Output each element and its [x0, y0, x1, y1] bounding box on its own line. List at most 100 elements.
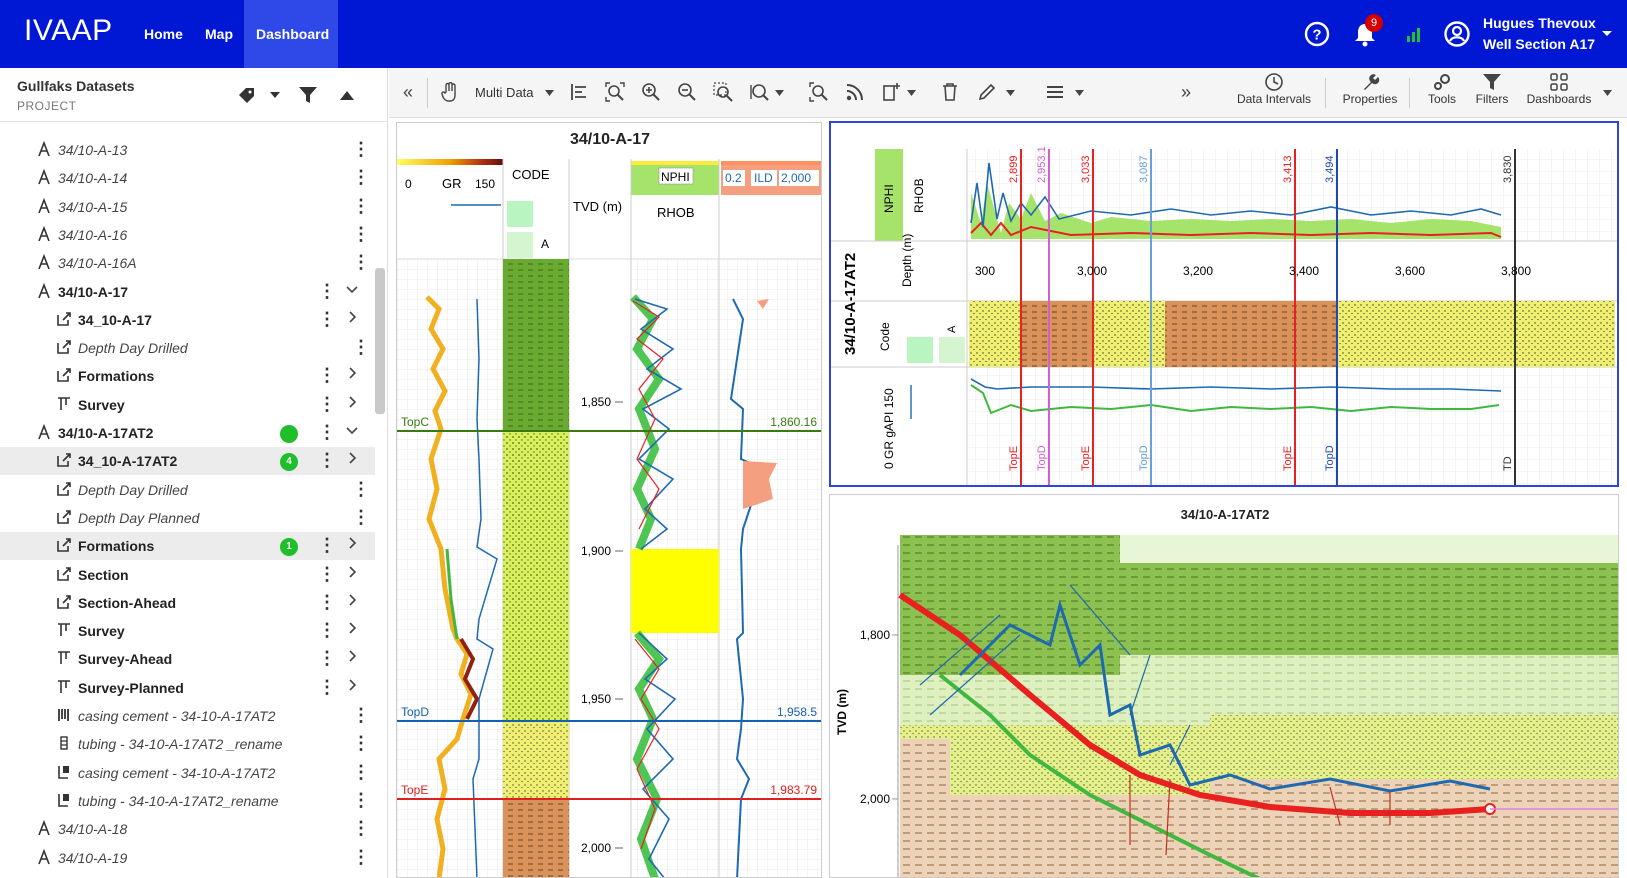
zoom-depth-icon[interactable]	[749, 82, 769, 102]
nav-home[interactable]: Home	[132, 0, 195, 68]
tree-item[interactable]: tubing - 34-10-A-17AT2_rename ⋮	[0, 787, 375, 815]
menu-lines-icon[interactable]	[1045, 82, 1065, 102]
user-name[interactable]: Hugues Thevoux	[1483, 15, 1596, 31]
more-options-icon[interactable]: ⋮	[352, 733, 370, 754]
more-options-icon[interactable]: ⋮	[352, 139, 370, 160]
user-context[interactable]: Well Section A17	[1483, 36, 1595, 52]
tree-scrollbar[interactable]	[375, 268, 385, 414]
tree-item[interactable]: 34/10-A-17AT2 ⋮	[0, 419, 375, 447]
tree-item[interactable]: Formations ⋮	[0, 362, 375, 390]
more-options-icon[interactable]: ⋮	[352, 337, 370, 358]
well-section-canvas[interactable]: 34/10-A-17AT2 NPHI RHOB Depth (m) Code A…	[831, 123, 1617, 485]
well-log-canvas[interactable]: 0 GR 150 CODE A TVD (m) NPHI RHOB 0.2 IL…	[397, 159, 822, 878]
more-options-icon[interactable]: ⋮	[318, 677, 336, 698]
properties-button[interactable]: Properties	[1335, 72, 1405, 106]
chevron-right-icon[interactable]	[346, 621, 358, 637]
edit-pencil-icon[interactable]	[977, 82, 997, 102]
tree-item[interactable]: 34/10-A-15 ⋮	[0, 193, 375, 221]
edit-chevron-icon[interactable]	[1006, 90, 1015, 96]
user-avatar-icon[interactable]	[1443, 20, 1471, 48]
tree-item[interactable]: 34_10-A-17 ⋮	[0, 306, 375, 334]
chevron-down-icon[interactable]	[346, 423, 358, 439]
tree-item[interactable]: Depth Day Drilled ⋮	[0, 334, 375, 362]
collapse-panel-icon[interactable]	[340, 90, 354, 100]
multi-data-dropdown[interactable]: Multi Data	[475, 85, 534, 100]
more-options-icon[interactable]: ⋮	[352, 252, 370, 273]
tree-item[interactable]: Depth Day Planned ⋮	[0, 504, 375, 532]
more-options-icon[interactable]: ⋮	[318, 365, 336, 386]
tree-item[interactable]: Survey ⋮	[0, 617, 375, 645]
more-options-icon[interactable]: ⋮	[318, 535, 336, 556]
tree-item[interactable]: Survey-Ahead ⋮	[0, 645, 375, 673]
tree-item[interactable]: Formations 1 ⋮	[0, 532, 375, 561]
chevron-right-icon[interactable]	[346, 536, 358, 552]
tree-item[interactable]: 34/10-A-14 ⋮	[0, 164, 375, 192]
chevron-right-icon[interactable]	[346, 366, 358, 382]
tree-item[interactable]: tubing - 34-10-A-17AT2 _rename ⋮	[0, 730, 375, 758]
add-track-icon[interactable]	[881, 82, 901, 102]
more-options-icon[interactable]: ⋮	[318, 592, 336, 613]
more-options-icon[interactable]: ⋮	[352, 167, 370, 188]
more-options-icon[interactable]: ⋮	[352, 507, 370, 528]
more-options-icon[interactable]: ⋮	[352, 224, 370, 245]
tree-item[interactable]: 34/10-A-16A ⋮	[0, 249, 375, 277]
tree-item[interactable]: Depth Day Drilled ⋮	[0, 476, 375, 504]
zoom-in-icon[interactable]	[641, 82, 661, 102]
tag-dropdown-chevron-icon[interactable]	[270, 92, 280, 98]
tree-item[interactable]: Section ⋮	[0, 561, 375, 589]
more-options-icon[interactable]: ⋮	[318, 422, 336, 443]
user-menu-chevron-icon[interactable]	[1601, 30, 1613, 38]
more-options-icon[interactable]: ⋮	[318, 564, 336, 585]
tree-item[interactable]: 34/10-A-13 ⋮	[0, 136, 375, 164]
chevron-right-icon[interactable]	[346, 565, 358, 581]
zoom-window-icon[interactable]	[713, 82, 733, 102]
tag-icon[interactable]	[237, 86, 257, 104]
zoom-reset-icon[interactable]	[809, 82, 829, 102]
tree-item[interactable]: 34_10-A-17AT2 4 ⋮	[0, 447, 375, 476]
expand-right-icon[interactable]: »	[1181, 82, 1191, 103]
help-icon[interactable]: ?	[1303, 20, 1331, 48]
tree-item[interactable]: casing cement - 34-10-A-17AT2 ⋮	[0, 702, 375, 730]
more-options-icon[interactable]: ⋮	[352, 847, 370, 868]
more-options-icon[interactable]: ⋮	[352, 479, 370, 500]
tree-item[interactable]: 34/10-A-16 ⋮	[0, 221, 375, 249]
filter-icon[interactable]	[298, 85, 318, 105]
tree-item[interactable]: Survey ⋮	[0, 391, 375, 419]
nav-map[interactable]: Map	[193, 0, 245, 68]
zoom-out-icon[interactable]	[677, 82, 697, 102]
align-left-icon[interactable]	[569, 82, 589, 102]
dashboards-chevron-icon[interactable]	[1603, 90, 1612, 96]
collapse-left-icon[interactable]: «	[403, 82, 413, 103]
tree-item[interactable]: 34/10-A-17 ⋮	[0, 278, 375, 306]
delete-icon[interactable]	[941, 82, 959, 102]
more-options-icon[interactable]: ⋮	[318, 450, 336, 471]
dashboards-button[interactable]: Dashboards	[1519, 72, 1599, 106]
tree-item[interactable]: Survey-Planned ⋮	[0, 674, 375, 702]
data-intervals-button[interactable]: Data Intervals	[1229, 72, 1319, 106]
more-options-icon[interactable]: ⋮	[352, 705, 370, 726]
cross-section-panel[interactable]: 34/10-A-17AT2 TVD (m) 1,800 2,000	[829, 494, 1619, 878]
tree-item[interactable]: Section-Ahead ⋮	[0, 589, 375, 617]
more-options-icon[interactable]: ⋮	[352, 818, 370, 839]
more-options-icon[interactable]: ⋮	[318, 309, 336, 330]
zoom-fit-icon[interactable]	[605, 82, 625, 102]
nav-dashboard[interactable]: Dashboard	[244, 0, 338, 68]
more-options-icon[interactable]: ⋮	[318, 648, 336, 669]
multi-data-chevron-icon[interactable]	[545, 90, 554, 96]
chevron-down-icon[interactable]	[346, 282, 358, 298]
chevron-right-icon[interactable]	[346, 395, 358, 411]
cross-section-canvas[interactable]: TVD (m) 1,800 2,000	[830, 525, 1619, 878]
more-options-icon[interactable]: ⋮	[318, 620, 336, 641]
more-options-icon[interactable]: ⋮	[352, 762, 370, 783]
chevron-right-icon[interactable]	[346, 649, 358, 665]
more-options-icon[interactable]: ⋮	[318, 394, 336, 415]
zoom-options-chevron-icon[interactable]	[775, 90, 784, 96]
add-track-chevron-icon[interactable]	[907, 90, 916, 96]
tree-item[interactable]: casing cement - 34-10-A-17AT2 ⋮	[0, 759, 375, 787]
tree-item[interactable]: 34/10-A-18 ⋮	[0, 815, 375, 843]
well-log-panel[interactable]: 34/10-A-17 0 GR 150 CODE A TVD (m) NPHI …	[396, 122, 822, 878]
more-options-icon[interactable]: ⋮	[352, 790, 370, 811]
more-options-icon[interactable]: ⋮	[318, 281, 336, 302]
well-section-panel[interactable]: 34/10-A-17AT2 NPHI RHOB Depth (m) Code A…	[829, 121, 1619, 487]
chevron-right-icon[interactable]	[346, 451, 358, 467]
